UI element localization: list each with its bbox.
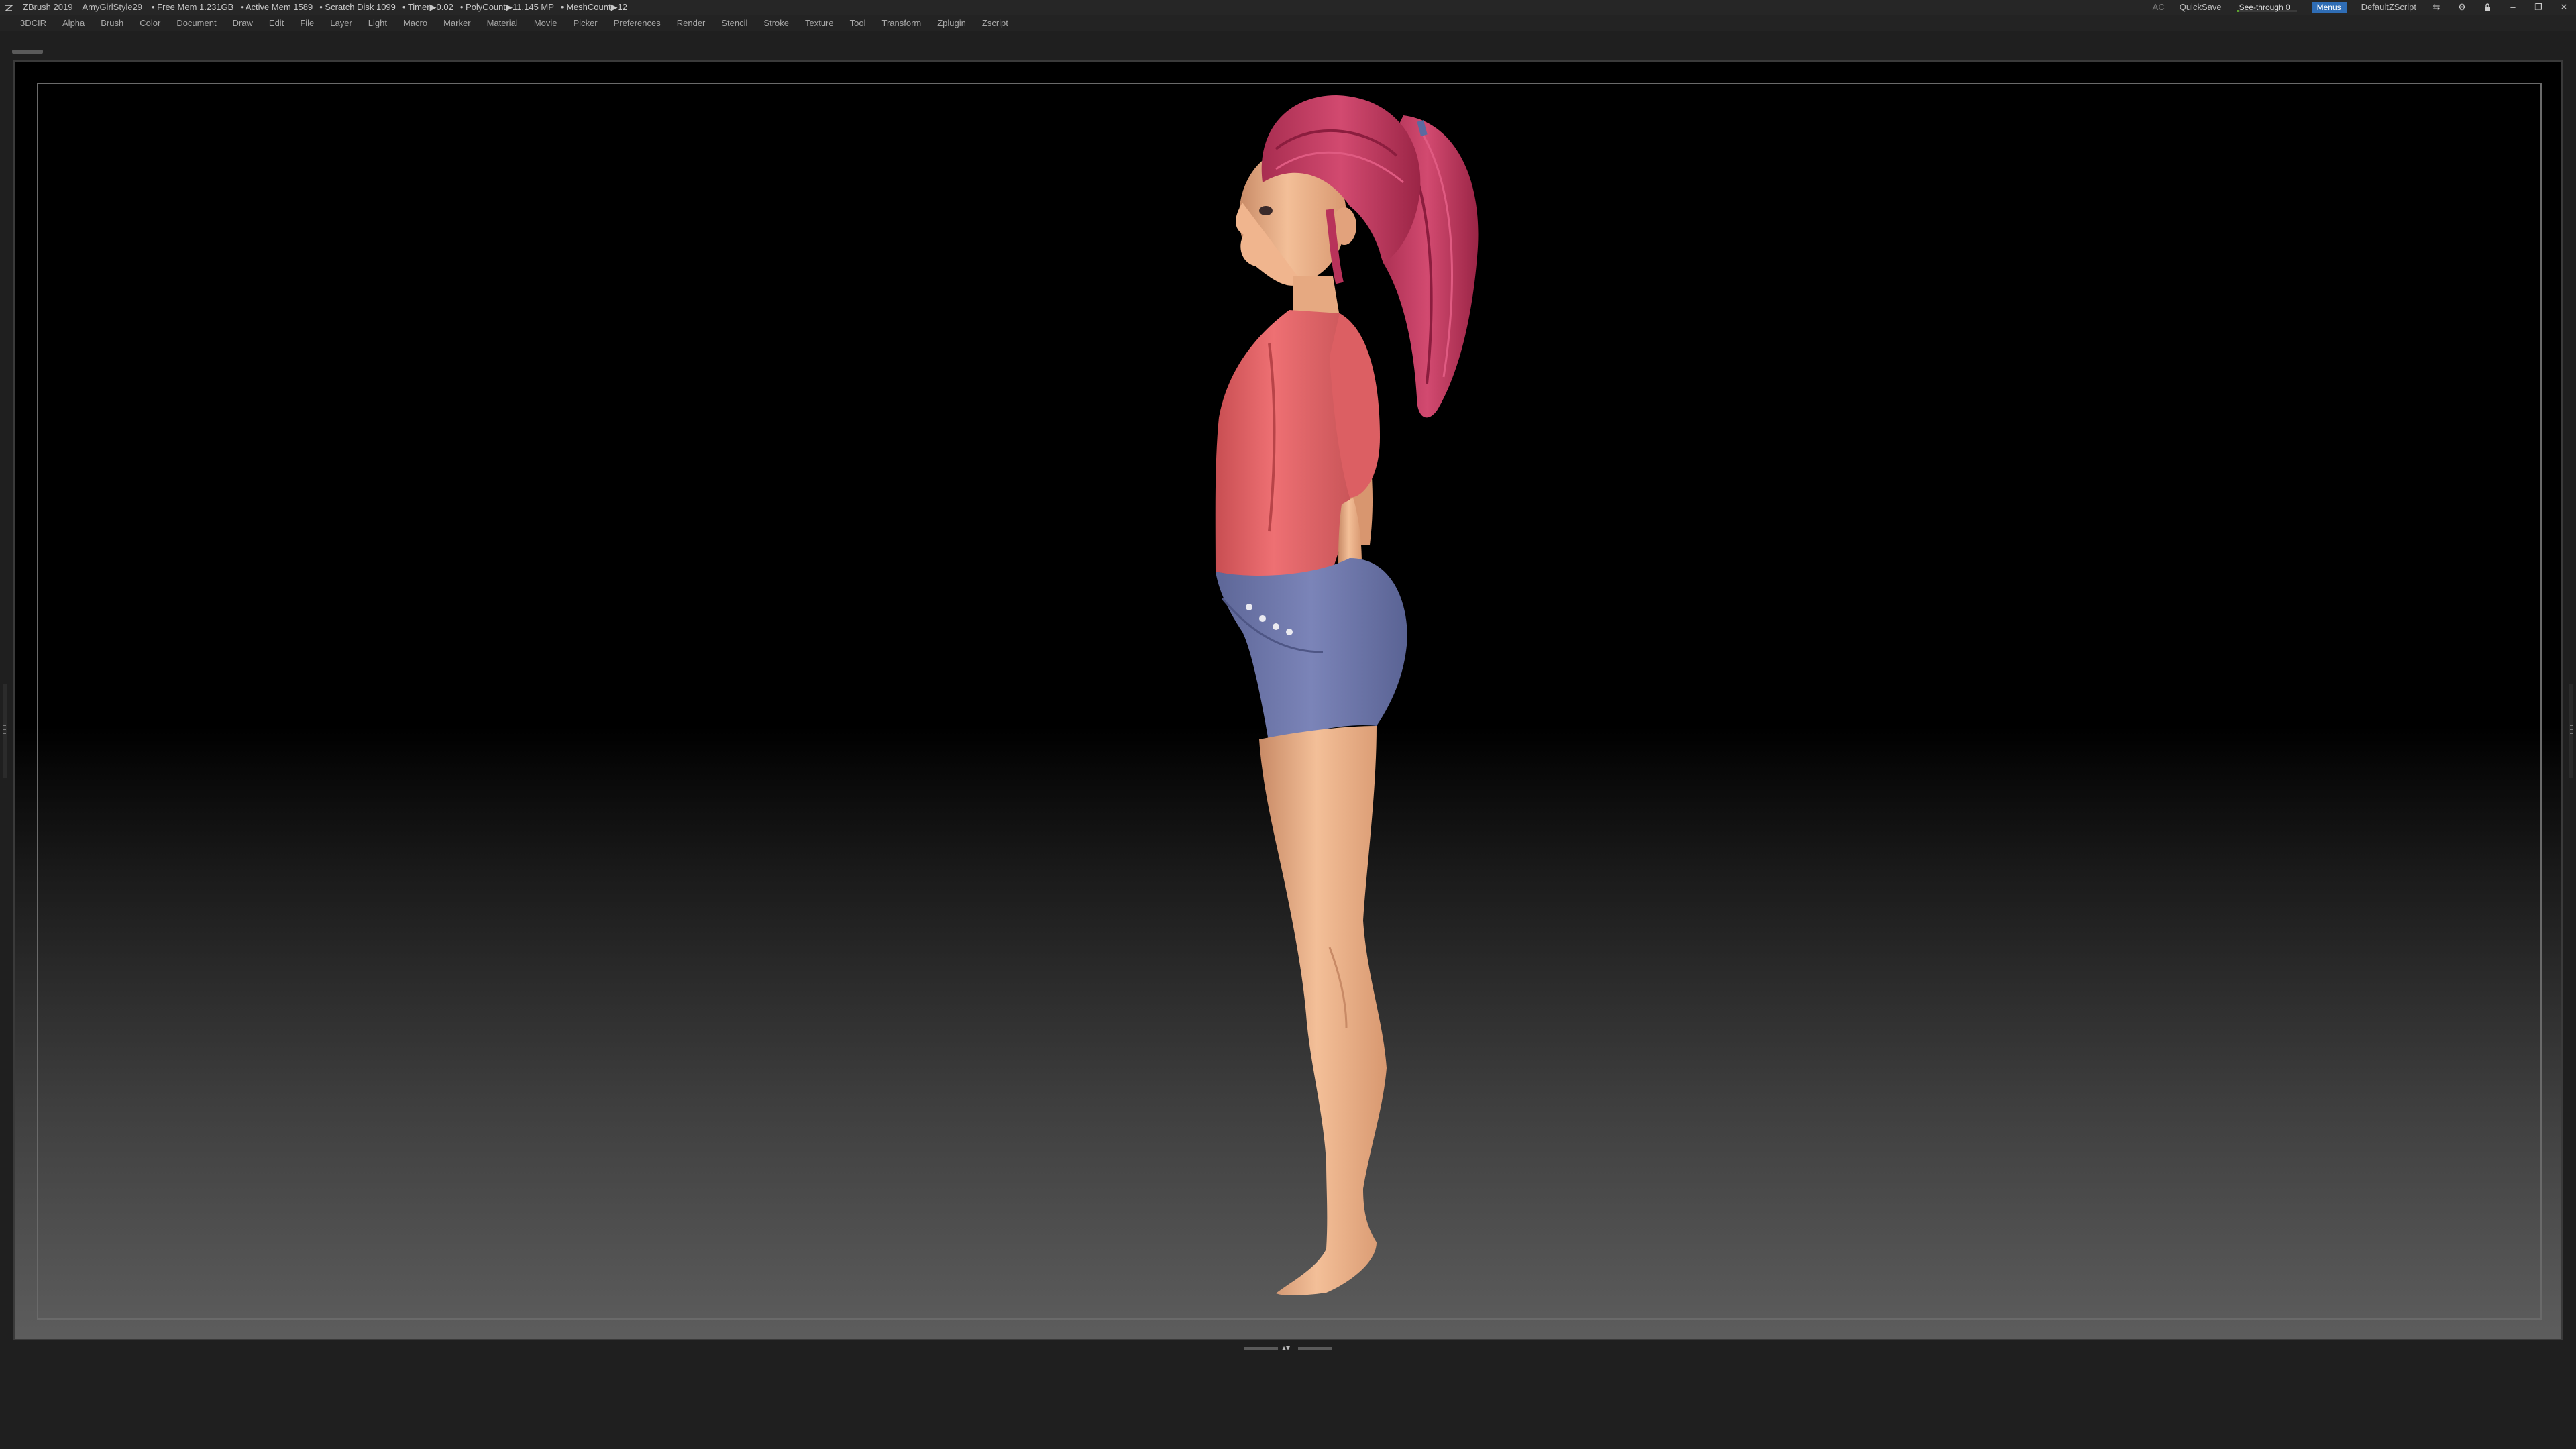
left-tray-handle[interactable] (3, 684, 7, 778)
menu-edit[interactable]: Edit (261, 18, 292, 28)
poly-count: • PolyCount▶11.145 MP (460, 2, 554, 12)
free-mem: • Free Mem 1.231GB (152, 2, 234, 12)
see-through-slider[interactable]: See-through 0 (2236, 1, 2297, 13)
right-tray-handle[interactable] (2569, 684, 2573, 778)
default-zscript-button[interactable]: DefaultZScript (2361, 0, 2416, 15)
lock-icon[interactable] (2482, 3, 2493, 12)
bottom-tray-handle[interactable]: ▴▾ (1244, 1343, 1332, 1354)
zbrush-logo-icon (4, 3, 14, 12)
mesh-count: • MeshCount▶12 (560, 2, 628, 12)
menu-color[interactable]: Color (131, 18, 168, 28)
menu-zplugin[interactable]: Zplugin (929, 18, 974, 28)
menu-texture[interactable]: Texture (797, 18, 842, 28)
restore-icon[interactable]: ❐ (2533, 2, 2544, 12)
see-through-label: See-through 0 (2239, 3, 2290, 12)
timer: • Timer▶0.02 (402, 2, 453, 12)
layout-icon[interactable]: ⇆ (2431, 2, 2442, 12)
menu-marker[interactable]: Marker (435, 18, 478, 28)
menu-zscript[interactable]: Zscript (974, 18, 1016, 28)
menu-file[interactable]: File (292, 18, 322, 28)
quicksave-button[interactable]: QuickSave (2180, 0, 2222, 15)
ac-label: AC (2152, 2, 2165, 12)
tray-tab-handle[interactable] (12, 50, 43, 54)
menu-document[interactable]: Document (168, 18, 224, 28)
minimize-icon[interactable]: – (2508, 2, 2518, 12)
menu-draw[interactable]: Draw (225, 18, 261, 28)
legs (1259, 726, 1387, 1295)
menu-picker[interactable]: Picker (566, 18, 606, 28)
document-name: AmyGirlStyle29 (82, 2, 143, 12)
menu-render[interactable]: Render (669, 18, 714, 28)
menu-tool[interactable]: Tool (842, 18, 874, 28)
menu-preferences[interactable]: Preferences (606, 18, 669, 28)
menus-button[interactable]: Menus (2311, 2, 2347, 13)
menu-macro[interactable]: Macro (395, 18, 435, 28)
menu-layer[interactable]: Layer (322, 18, 360, 28)
stats-readout: • Free Mem 1.231GB • Active Mem 1589 • S… (152, 0, 627, 15)
menu-material[interactable]: Material (479, 18, 526, 28)
canvas-viewport[interactable] (13, 60, 2563, 1340)
menu-3dcir[interactable]: 3DCIR (12, 18, 54, 28)
menu-transform[interactable]: Transform (873, 18, 929, 28)
character-model (1215, 95, 1479, 1295)
menu-bar: 3DCIR Alpha Brush Color Document Draw Ed… (0, 15, 2576, 31)
menu-stencil[interactable]: Stencil (713, 18, 755, 28)
expand-arrow-icon: ▴▾ (1282, 1343, 1291, 1352)
scratch-disk: • Scratch Disk 1099 (319, 2, 396, 12)
close-icon[interactable]: ✕ (2559, 2, 2569, 12)
menu-brush[interactable]: Brush (93, 18, 131, 28)
menu-light[interactable]: Light (360, 18, 395, 28)
settings-icon[interactable]: ⚙ (2457, 2, 2467, 12)
active-mem: • Active Mem 1589 (240, 2, 313, 12)
app-name: ZBrush 2019 (23, 2, 73, 12)
menu-alpha[interactable]: Alpha (54, 18, 93, 28)
menu-movie[interactable]: Movie (526, 18, 566, 28)
title-bar: ZBrush 2019 AmyGirlStyle29 • Free Mem 1.… (0, 0, 2576, 15)
menu-stroke[interactable]: Stroke (755, 18, 797, 28)
